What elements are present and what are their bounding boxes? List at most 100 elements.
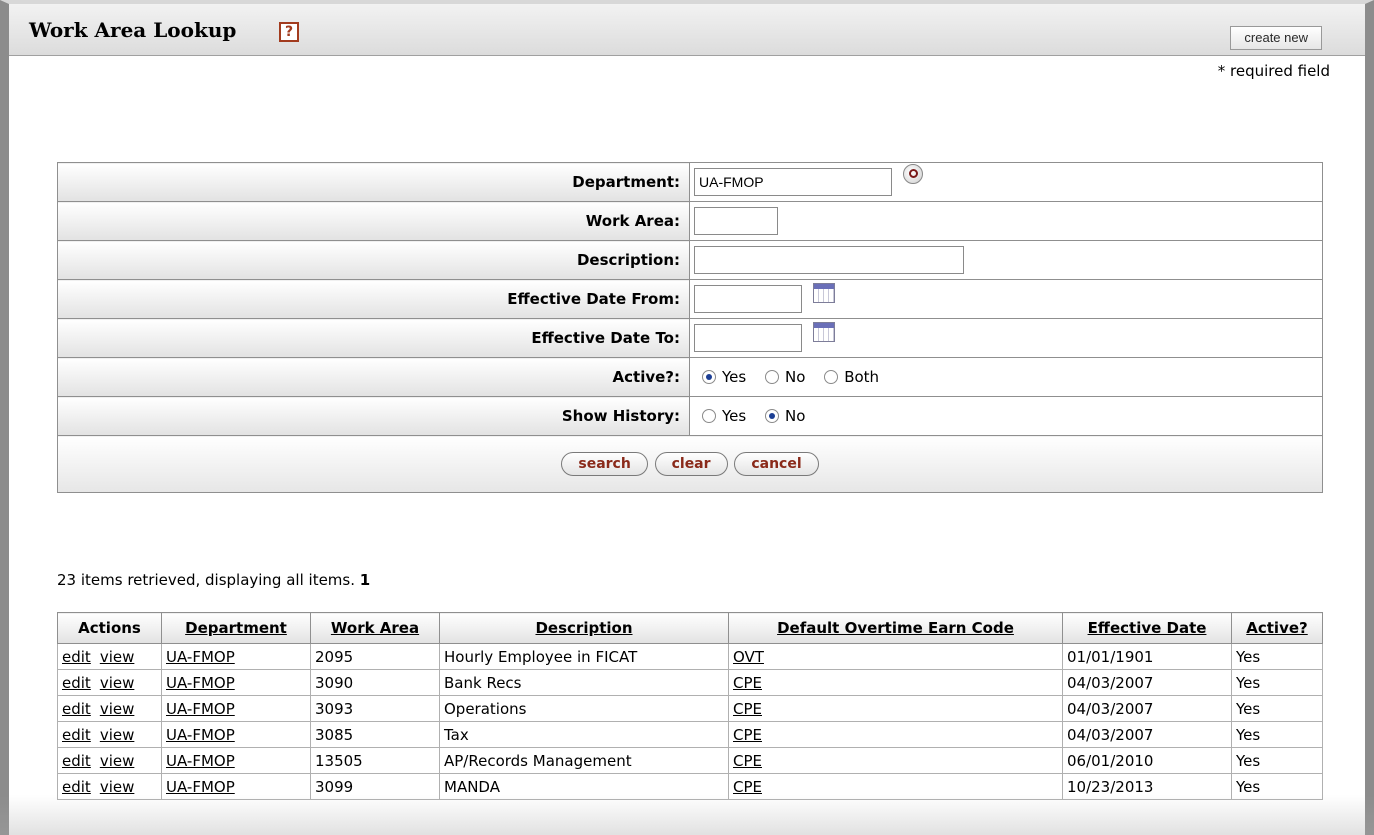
- view-link[interactable]: view: [100, 700, 135, 718]
- description-cell: Bank Recs: [439, 669, 729, 696]
- row-actions: edit view: [57, 773, 162, 800]
- effective-date-cell: 10/23/2013: [1062, 773, 1232, 800]
- column-header-earn-code[interactable]: Default Overtime Earn Code: [728, 612, 1063, 644]
- earn-code-link[interactable]: CPE: [733, 674, 762, 692]
- work-area-cell: 13505: [310, 747, 440, 774]
- column-header-description[interactable]: Description: [439, 612, 729, 644]
- help-icon[interactable]: ?: [279, 22, 299, 42]
- edit-link[interactable]: edit: [62, 752, 91, 770]
- row-actions: edit view: [57, 643, 162, 670]
- active-yes-label: Yes: [722, 368, 747, 387]
- row-actions: edit view: [57, 721, 162, 748]
- description-cell: Hourly Employee in FICAT: [439, 643, 729, 670]
- edit-link[interactable]: edit: [62, 700, 91, 718]
- edit-link[interactable]: edit: [62, 674, 91, 692]
- history-no-label: No: [785, 407, 806, 426]
- department-link[interactable]: UA-FMOP: [166, 700, 235, 718]
- calendar-icon[interactable]: [812, 283, 835, 303]
- department-lookup-icon[interactable]: [902, 164, 923, 184]
- view-link[interactable]: view: [100, 778, 135, 796]
- active-both-label: Both: [844, 368, 880, 387]
- earn-code-link[interactable]: CPE: [733, 752, 762, 770]
- required-field-note: * required field: [1217, 62, 1330, 80]
- description-cell: MANDA: [439, 773, 729, 800]
- search-button[interactable]: search: [561, 452, 648, 476]
- results-table: Actions Department Work Area Description…: [57, 612, 1323, 800]
- create-new-button[interactable]: create new: [1230, 26, 1322, 50]
- active-cell: Yes: [1231, 669, 1323, 696]
- table-row: edit view UA-FMOP 3085 Tax CPE 04/03/2007 Yes: [57, 721, 1323, 748]
- column-header-department[interactable]: Department: [161, 612, 311, 644]
- column-header-effective-date[interactable]: Effective Date: [1062, 612, 1232, 644]
- effective-date-cell: 04/03/2007: [1062, 695, 1232, 722]
- work-area-cell: 3099: [310, 773, 440, 800]
- effective-date-cell: 01/01/1901: [1062, 643, 1232, 670]
- active-cell: Yes: [1231, 747, 1323, 774]
- work-area-cell: 3093: [310, 695, 440, 722]
- effective-date-to-label: Effective Date To:: [57, 318, 690, 358]
- department-link[interactable]: UA-FMOP: [166, 648, 235, 666]
- work-area-cell: 3085: [310, 721, 440, 748]
- department-link[interactable]: UA-FMOP: [166, 674, 235, 692]
- view-link[interactable]: view: [100, 674, 135, 692]
- description-cell: AP/Records Management: [439, 747, 729, 774]
- results-count: 23 items retrieved, displaying all items…: [57, 571, 370, 589]
- active-cell: Yes: [1231, 773, 1323, 800]
- active-no-label: No: [785, 368, 806, 387]
- effective-date-cell: 04/03/2007: [1062, 721, 1232, 748]
- department-label: Department:: [57, 162, 690, 202]
- view-link[interactable]: view: [100, 648, 135, 666]
- active-yes-radio[interactable]: [702, 370, 716, 385]
- department-input[interactable]: [694, 168, 892, 196]
- history-yes-label: Yes: [722, 407, 747, 426]
- clear-button[interactable]: clear: [654, 452, 728, 476]
- edit-link[interactable]: edit: [62, 726, 91, 744]
- active-cell: Yes: [1231, 695, 1323, 722]
- calendar-icon[interactable]: [812, 322, 835, 342]
- department-link[interactable]: UA-FMOP: [166, 726, 235, 744]
- form-button-row: search clear cancel: [57, 435, 1323, 493]
- column-header-active[interactable]: Active?: [1231, 612, 1323, 644]
- column-header-actions: Actions: [57, 612, 162, 644]
- active-no-radio[interactable]: [765, 370, 779, 385]
- work-area-cell: 3090: [310, 669, 440, 696]
- edit-link[interactable]: edit: [62, 648, 91, 666]
- page-title: Work Area Lookup: [29, 18, 237, 42]
- edit-link[interactable]: edit: [62, 778, 91, 796]
- effective-date-from-input[interactable]: [694, 285, 802, 313]
- search-criteria-form: Department: Work Area: Description: Effe…: [57, 162, 1323, 493]
- active-cell: Yes: [1231, 721, 1323, 748]
- show-history-label: Show History:: [57, 396, 690, 436]
- department-link[interactable]: UA-FMOP: [166, 778, 235, 796]
- earn-code-link[interactable]: OVT: [733, 648, 764, 666]
- earn-code-link[interactable]: CPE: [733, 700, 762, 718]
- effective-date-from-label: Effective Date From:: [57, 279, 690, 319]
- table-row: edit view UA-FMOP 2095 Hourly Employee in FI…: [57, 643, 1323, 670]
- effective-date-cell: 06/01/2010: [1062, 747, 1232, 774]
- description-cell: Tax: [439, 721, 729, 748]
- results-count-text: 23 items retrieved, displaying all items…: [57, 571, 355, 589]
- row-actions: edit view: [57, 747, 162, 774]
- row-actions: edit view: [57, 669, 162, 696]
- view-link[interactable]: view: [100, 752, 135, 770]
- table-row: edit view UA-FMOP 13505 AP/Records Managemen…: [57, 747, 1323, 774]
- cancel-button[interactable]: cancel: [734, 452, 819, 476]
- department-link[interactable]: UA-FMOP: [166, 752, 235, 770]
- view-link[interactable]: view: [100, 726, 135, 744]
- description-input[interactable]: [694, 246, 964, 274]
- earn-code-link[interactable]: CPE: [733, 726, 762, 744]
- column-header-work-area[interactable]: Work Area: [310, 612, 440, 644]
- row-actions: edit view: [57, 695, 162, 722]
- work-area-input[interactable]: [694, 207, 778, 235]
- effective-date-cell: 04/03/2007: [1062, 669, 1232, 696]
- active-both-radio[interactable]: [824, 370, 839, 385]
- earn-code-link[interactable]: CPE: [733, 778, 762, 796]
- work-area-cell: 2095: [310, 643, 440, 670]
- active-radio-group: Yes No Both: [689, 357, 1323, 397]
- history-no-radio[interactable]: [765, 409, 779, 424]
- table-row: edit view UA-FMOP 3099 MANDA CPE 10/23/2013 Yes: [57, 773, 1323, 800]
- description-label: Description:: [57, 240, 690, 280]
- history-yes-radio[interactable]: [702, 409, 716, 424]
- effective-date-to-input[interactable]: [694, 324, 802, 352]
- page-number[interactable]: 1: [360, 571, 370, 589]
